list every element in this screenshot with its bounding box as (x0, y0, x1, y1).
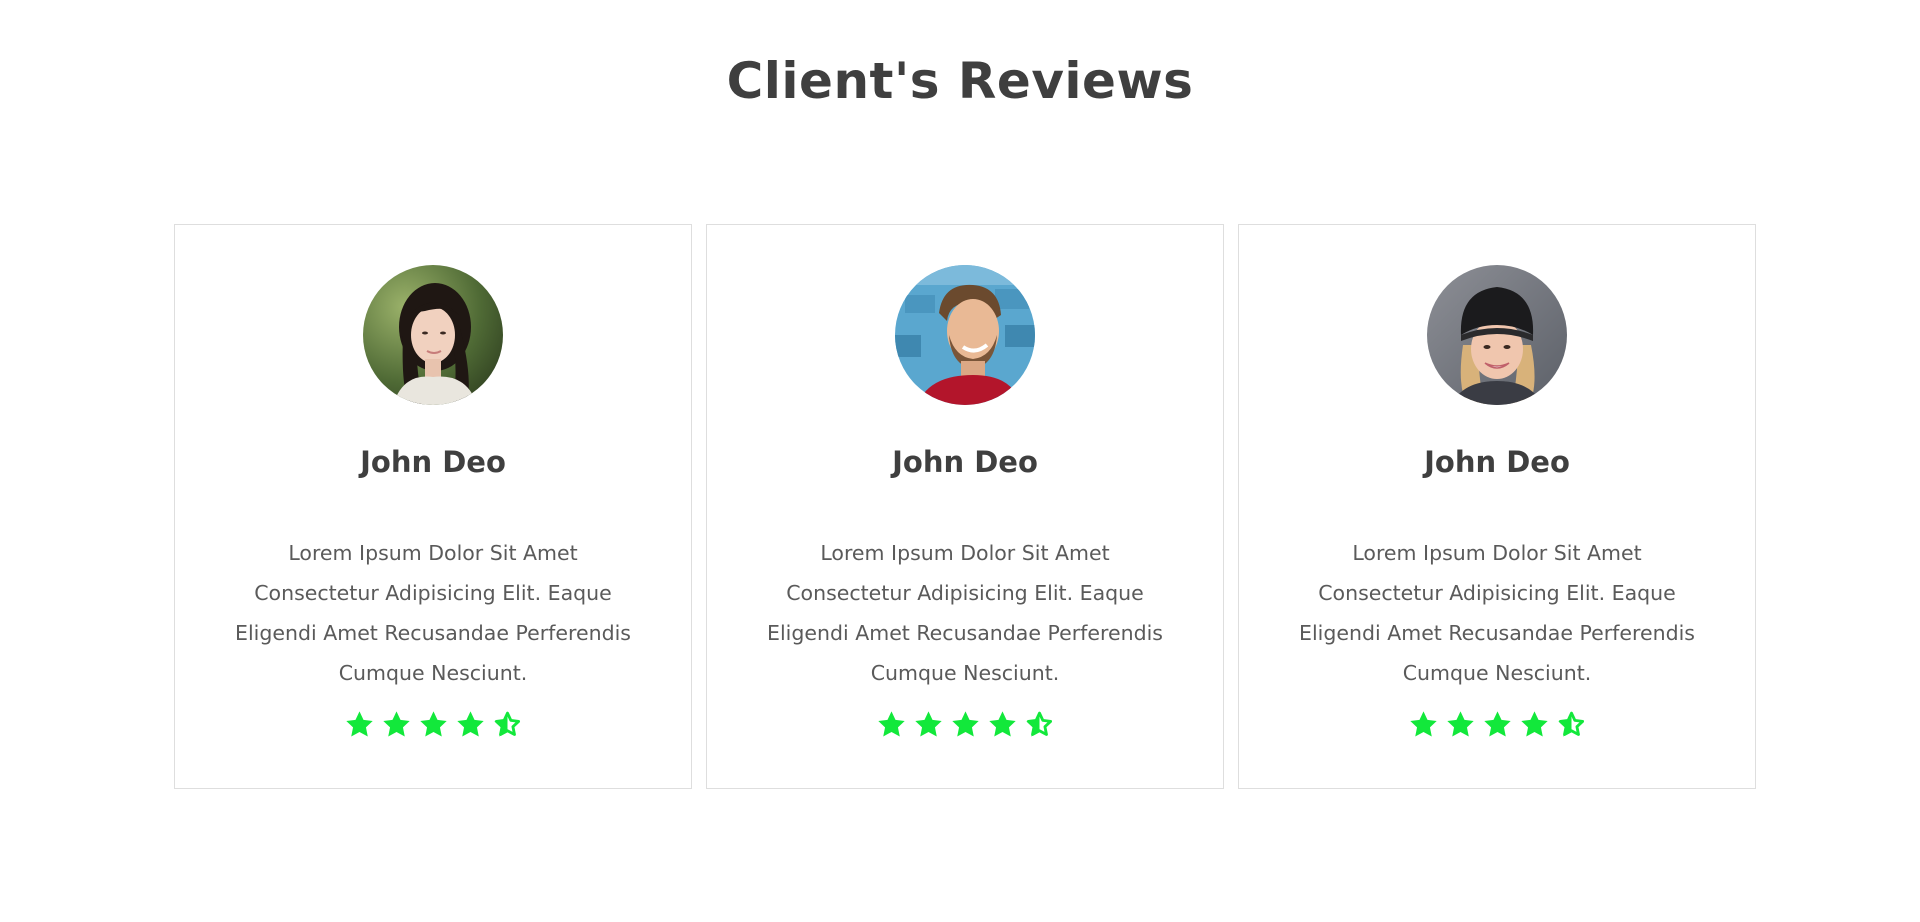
review-cards: John Deo Lorem Ipsum Dolor Sit Amet Cons… (174, 224, 1756, 789)
star-icon (382, 711, 410, 737)
star-half-icon (493, 711, 520, 737)
woman-portrait-icon (363, 265, 503, 405)
star-icon (456, 711, 484, 737)
star-half-icon (1557, 711, 1584, 737)
reviewer-name: John Deo (360, 445, 506, 479)
review-card: John Deo Lorem Ipsum Dolor Sit Amet Cons… (174, 224, 692, 789)
star-half-icon (1025, 711, 1052, 737)
woman-beanie-portrait-icon (1427, 265, 1567, 405)
review-text: Lorem Ipsum Dolor Sit Amet Consectetur A… (767, 541, 1163, 685)
avatar (363, 265, 503, 405)
review-text: Lorem Ipsum Dolor Sit Amet Consectetur A… (1299, 541, 1695, 685)
reviewer-name: John Deo (1424, 445, 1570, 479)
review-card: John Deo Lorem Ipsum Dolor Sit Amet Cons… (1238, 224, 1756, 789)
star-icon (1483, 711, 1511, 737)
avatar (1427, 265, 1567, 405)
star-icon (1409, 711, 1437, 737)
star-icon (1446, 711, 1474, 737)
star-icon (345, 711, 373, 737)
man-portrait-icon (895, 265, 1035, 405)
star-rating (1408, 709, 1587, 740)
reviewer-name: John Deo (892, 445, 1038, 479)
review-card: John Deo Lorem Ipsum Dolor Sit Amet Cons… (706, 224, 1224, 789)
reviews-page: Client's Reviews John Deo Lorem Ipsum Do… (0, 0, 1920, 922)
section-title: Client's Reviews (726, 52, 1194, 110)
star-icon (419, 711, 447, 737)
star-icon (951, 711, 979, 737)
star-rating (344, 709, 523, 740)
avatar (895, 265, 1035, 405)
star-icon (988, 711, 1016, 737)
star-icon (877, 711, 905, 737)
review-text: Lorem Ipsum Dolor Sit Amet Consectetur A… (235, 541, 631, 685)
star-icon (914, 711, 942, 737)
star-icon (1520, 711, 1548, 737)
star-rating (876, 709, 1055, 740)
